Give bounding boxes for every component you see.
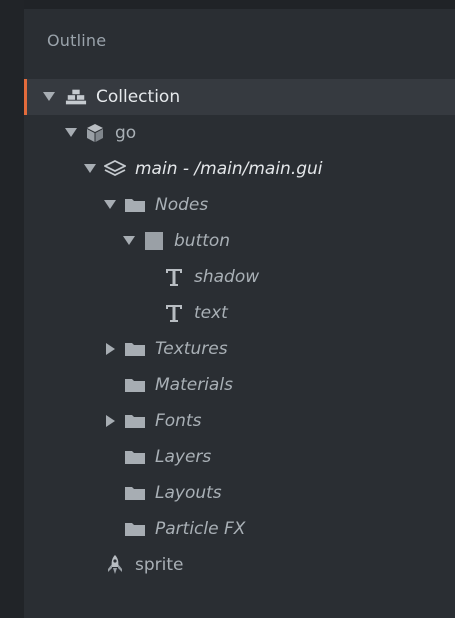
tree-item-text[interactable]: text [24, 295, 455, 331]
left-gutter [0, 0, 24, 618]
text-icon [163, 303, 185, 323]
collection-icon [65, 87, 87, 107]
tree-item-label: Layouts [155, 483, 222, 503]
tree-item-button[interactable]: button [24, 223, 455, 259]
top-bar [24, 0, 455, 9]
box-icon [143, 231, 165, 251]
text-icon [163, 267, 185, 287]
tree-item-particlefx[interactable]: Particle FX [24, 511, 455, 547]
expand-arrow-icon[interactable] [106, 343, 115, 355]
tree-item-label: go [115, 123, 137, 143]
cube-icon [84, 123, 106, 143]
tree-item-main[interactable]: main - /main/main.gui [24, 151, 455, 187]
expand-arrow-icon[interactable] [123, 236, 135, 245]
folder-icon [124, 447, 146, 467]
tree-item-nodes[interactable]: Nodes [24, 187, 455, 223]
folder-icon [124, 375, 146, 395]
folder-icon [124, 339, 146, 359]
layers-icon [104, 159, 126, 179]
panel-title: Outline [47, 31, 107, 50]
tree-item-label: Layers [155, 447, 212, 467]
tree-item-sprite[interactable]: sprite [24, 547, 455, 583]
tree-item-go[interactable]: go [24, 115, 455, 151]
tree-item-label: button [174, 231, 231, 251]
tree-item-fonts[interactable]: Fonts [24, 403, 455, 439]
tree-item-label: Nodes [155, 195, 209, 215]
tree-item-label: Fonts [155, 411, 202, 431]
tree-item-textures[interactable]: Textures [24, 331, 455, 367]
tree-item-label: shadow [194, 267, 260, 287]
outline-panel: Outline Collection go main - /main/main.… [24, 9, 455, 618]
tree-item-label: sprite [135, 555, 184, 575]
folder-icon [124, 483, 146, 503]
outline-tree: Collection go main - /main/main.gui Node… [24, 79, 455, 583]
tree-item-layers[interactable]: Layers [24, 439, 455, 475]
tree-item-label: text [194, 303, 228, 323]
tree-item-label: main - /main/main.gui [135, 159, 323, 179]
tree-item-layouts[interactable]: Layouts [24, 475, 455, 511]
expand-arrow-icon[interactable] [106, 415, 115, 427]
folder-icon [124, 195, 146, 215]
tree-item-collection[interactable]: Collection [24, 79, 455, 115]
expand-arrow-icon[interactable] [65, 128, 77, 137]
tree-item-shadow[interactable]: shadow [24, 259, 455, 295]
tree-item-materials[interactable]: Materials [24, 367, 455, 403]
tree-item-label: Particle FX [155, 519, 246, 539]
folder-icon [124, 411, 146, 431]
tree-item-label: Collection [96, 87, 181, 107]
folder-icon [124, 519, 146, 539]
expand-arrow-icon[interactable] [84, 164, 96, 173]
tree-item-label: Textures [155, 339, 228, 359]
rocket-icon [104, 555, 126, 575]
expand-arrow-icon[interactable] [43, 92, 55, 101]
tree-item-label: Materials [155, 375, 233, 395]
expand-arrow-icon[interactable] [104, 200, 116, 209]
